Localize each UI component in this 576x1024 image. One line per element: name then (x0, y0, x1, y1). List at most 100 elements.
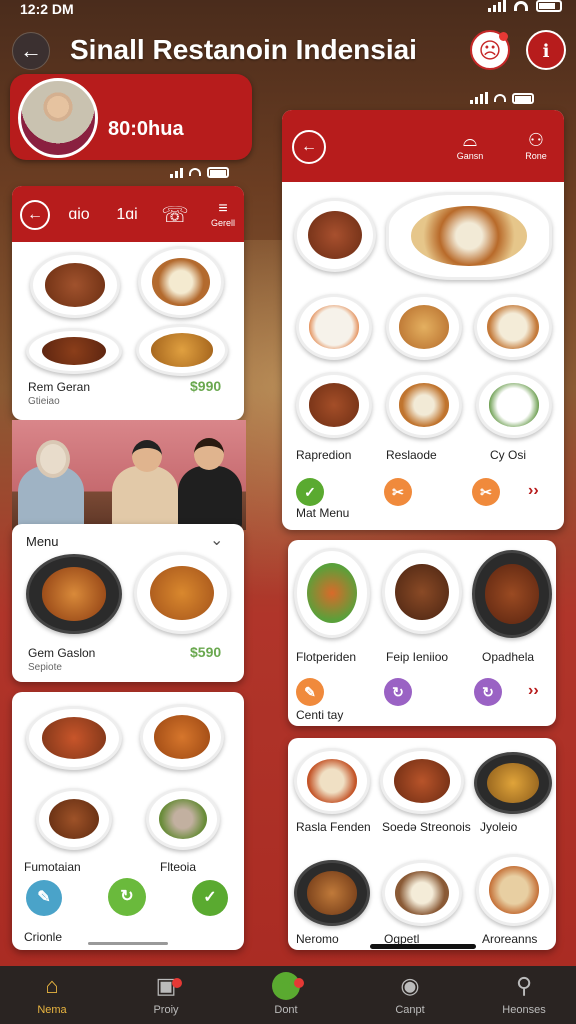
notification-badge (294, 978, 304, 988)
dish-image[interactable] (476, 372, 552, 438)
dish-image[interactable] (294, 860, 370, 926)
mini-status-icons (170, 166, 229, 178)
wifi-icon (514, 1, 528, 11)
dish-image[interactable] (472, 550, 552, 638)
item-price: $990 (190, 378, 222, 394)
item-label: Fumotaian (24, 860, 81, 874)
profile-time: 80:0hua (108, 118, 184, 140)
dish-label: Jyoleio (480, 820, 518, 834)
tools-button[interactable]: ✂ (472, 478, 500, 506)
item-subtitle: Gtieiao (28, 396, 60, 407)
dish-image[interactable] (380, 748, 464, 814)
home-indicator (370, 944, 476, 949)
info-button[interactable]: ℹ (526, 30, 566, 70)
item-label: Flteoia (160, 860, 197, 874)
bottom-tab-bar: ⌂ Nema ▣ Proiy ● Dont ◉ Canpt ⚲ Heonses (0, 966, 576, 1024)
toolbar-item-1[interactable]: ɑio (64, 206, 94, 224)
tab-heonses[interactable]: ⚲ Heonses (484, 972, 564, 1016)
people-glyph: ⚇ (527, 130, 545, 150)
bowl-glyph: ⌓ (462, 130, 478, 150)
phone-icon[interactable]: ☏ (160, 202, 190, 228)
dish-label: Opadhela (482, 650, 535, 664)
share-button[interactable]: ↻ (384, 678, 412, 706)
section-footer: Centi tay (296, 708, 344, 722)
toolbar-item-2[interactable]: 1ɑi (112, 206, 142, 224)
share-button[interactable]: ↻ (474, 678, 502, 706)
dish-image[interactable] (474, 752, 552, 814)
item-subtitle: Sepiote (28, 662, 62, 673)
dish-image[interactable] (294, 548, 370, 638)
confirm-button[interactable]: ✓ (192, 880, 228, 916)
tab-label: Dont (274, 1004, 298, 1016)
add-button[interactable]: ↻ (108, 878, 146, 916)
toolbar-sub-label: Gerell (210, 218, 235, 228)
edit-button[interactable]: ✎ (296, 678, 324, 706)
confirm-button[interactable]: ✓ (296, 478, 324, 506)
mascot-notification-button[interactable]: ☹ (470, 30, 510, 70)
bowl-icon[interactable]: ⌓ Gansn (448, 130, 492, 161)
dish-image[interactable] (386, 192, 552, 280)
man-head (132, 440, 162, 472)
dish-label: Cy Osi (490, 448, 526, 462)
tab-proiy[interactable]: ▣ Proiy (126, 972, 206, 1016)
wifi-icon (494, 94, 506, 102)
tab-label: Heonses (502, 1004, 546, 1016)
scroll-indicator (88, 942, 168, 945)
left-menu-panel: ← ɑio 1ɑi ☏ ≡ Gerell Rem Geran Gtieiao $… (12, 186, 244, 420)
dish-image[interactable] (294, 748, 370, 814)
compass-icon: ◉ (400, 973, 420, 998)
right-menu-panel: ← ⌓ Gansn ⚇ Rone Rapredion Reslaode Cy O… (282, 110, 564, 530)
tab-canpt[interactable]: ◉ Canpt (370, 972, 450, 1016)
tools-button[interactable]: ✂ (384, 478, 412, 506)
back-button[interactable]: ← (12, 32, 50, 70)
dish-image[interactable] (136, 324, 228, 376)
dish-image[interactable] (138, 246, 224, 318)
panel-footer: Crionle (24, 930, 63, 944)
menu-icon[interactable]: ≡ Gerell (208, 200, 238, 228)
dish-image[interactable] (30, 252, 120, 318)
status-icons (488, 0, 562, 12)
dish-label: Soedə Streonois (382, 820, 471, 834)
dish-image[interactable] (382, 860, 462, 926)
panel-back-button[interactable]: ← (292, 130, 326, 164)
dish-image[interactable] (474, 294, 552, 360)
dish-image[interactable] (382, 550, 462, 634)
dish-image[interactable] (140, 704, 224, 770)
toolbar-label: Gansn (456, 151, 484, 161)
dish-image[interactable] (476, 854, 552, 926)
mini-status-icons-right (470, 92, 534, 104)
dish-image[interactable] (294, 198, 376, 272)
status-time: 12:2 DM (20, 1, 74, 17)
dish-image[interactable] (26, 554, 122, 634)
people-icon[interactable]: ⚇ Rone (514, 130, 558, 161)
chevron-right-icon[interactable]: ›› (528, 482, 539, 500)
chevron-down-icon[interactable]: ⌄ (210, 530, 223, 550)
tab-dont[interactable]: ● Dont (246, 972, 326, 1016)
dish-image[interactable] (296, 372, 372, 438)
item-title: Gem Gaslon (28, 646, 96, 660)
status-bar: 12:2 DM (0, 0, 576, 20)
toolbar-label: Rone (525, 151, 547, 161)
dish-image[interactable] (296, 294, 372, 360)
edit-button[interactable]: ✎ (26, 880, 62, 916)
dish-image[interactable] (146, 788, 220, 850)
notification-dot (499, 32, 508, 41)
profile-icon: ⚲ (515, 973, 533, 998)
wifi-icon (189, 168, 201, 176)
profile-card[interactable]: 80:0hua (10, 74, 252, 160)
dish-label: Rasla Fenden (296, 820, 371, 834)
panel-back-button[interactable]: ← (20, 200, 50, 230)
dish-image[interactable] (36, 788, 112, 850)
signal-icon (170, 166, 183, 178)
dish-image[interactable] (26, 328, 122, 374)
man-figure (112, 466, 178, 530)
dish-image[interactable] (26, 706, 122, 770)
right-dishes-panel: Flotperiden Feip Ieniioo Opadhela ✎ ↻ ↻ … (288, 540, 556, 726)
app-title: Sinall Restanoin Indensiai (70, 34, 417, 65)
dish-image[interactable] (386, 294, 462, 360)
app-header: ← Sinall Restanoin Indensiai ☹ ℹ (0, 28, 576, 76)
tab-home[interactable]: ⌂ Nema (12, 972, 92, 1016)
dish-image[interactable] (386, 372, 462, 438)
chevron-right-icon[interactable]: ›› (528, 682, 539, 700)
dish-image[interactable] (134, 552, 230, 634)
